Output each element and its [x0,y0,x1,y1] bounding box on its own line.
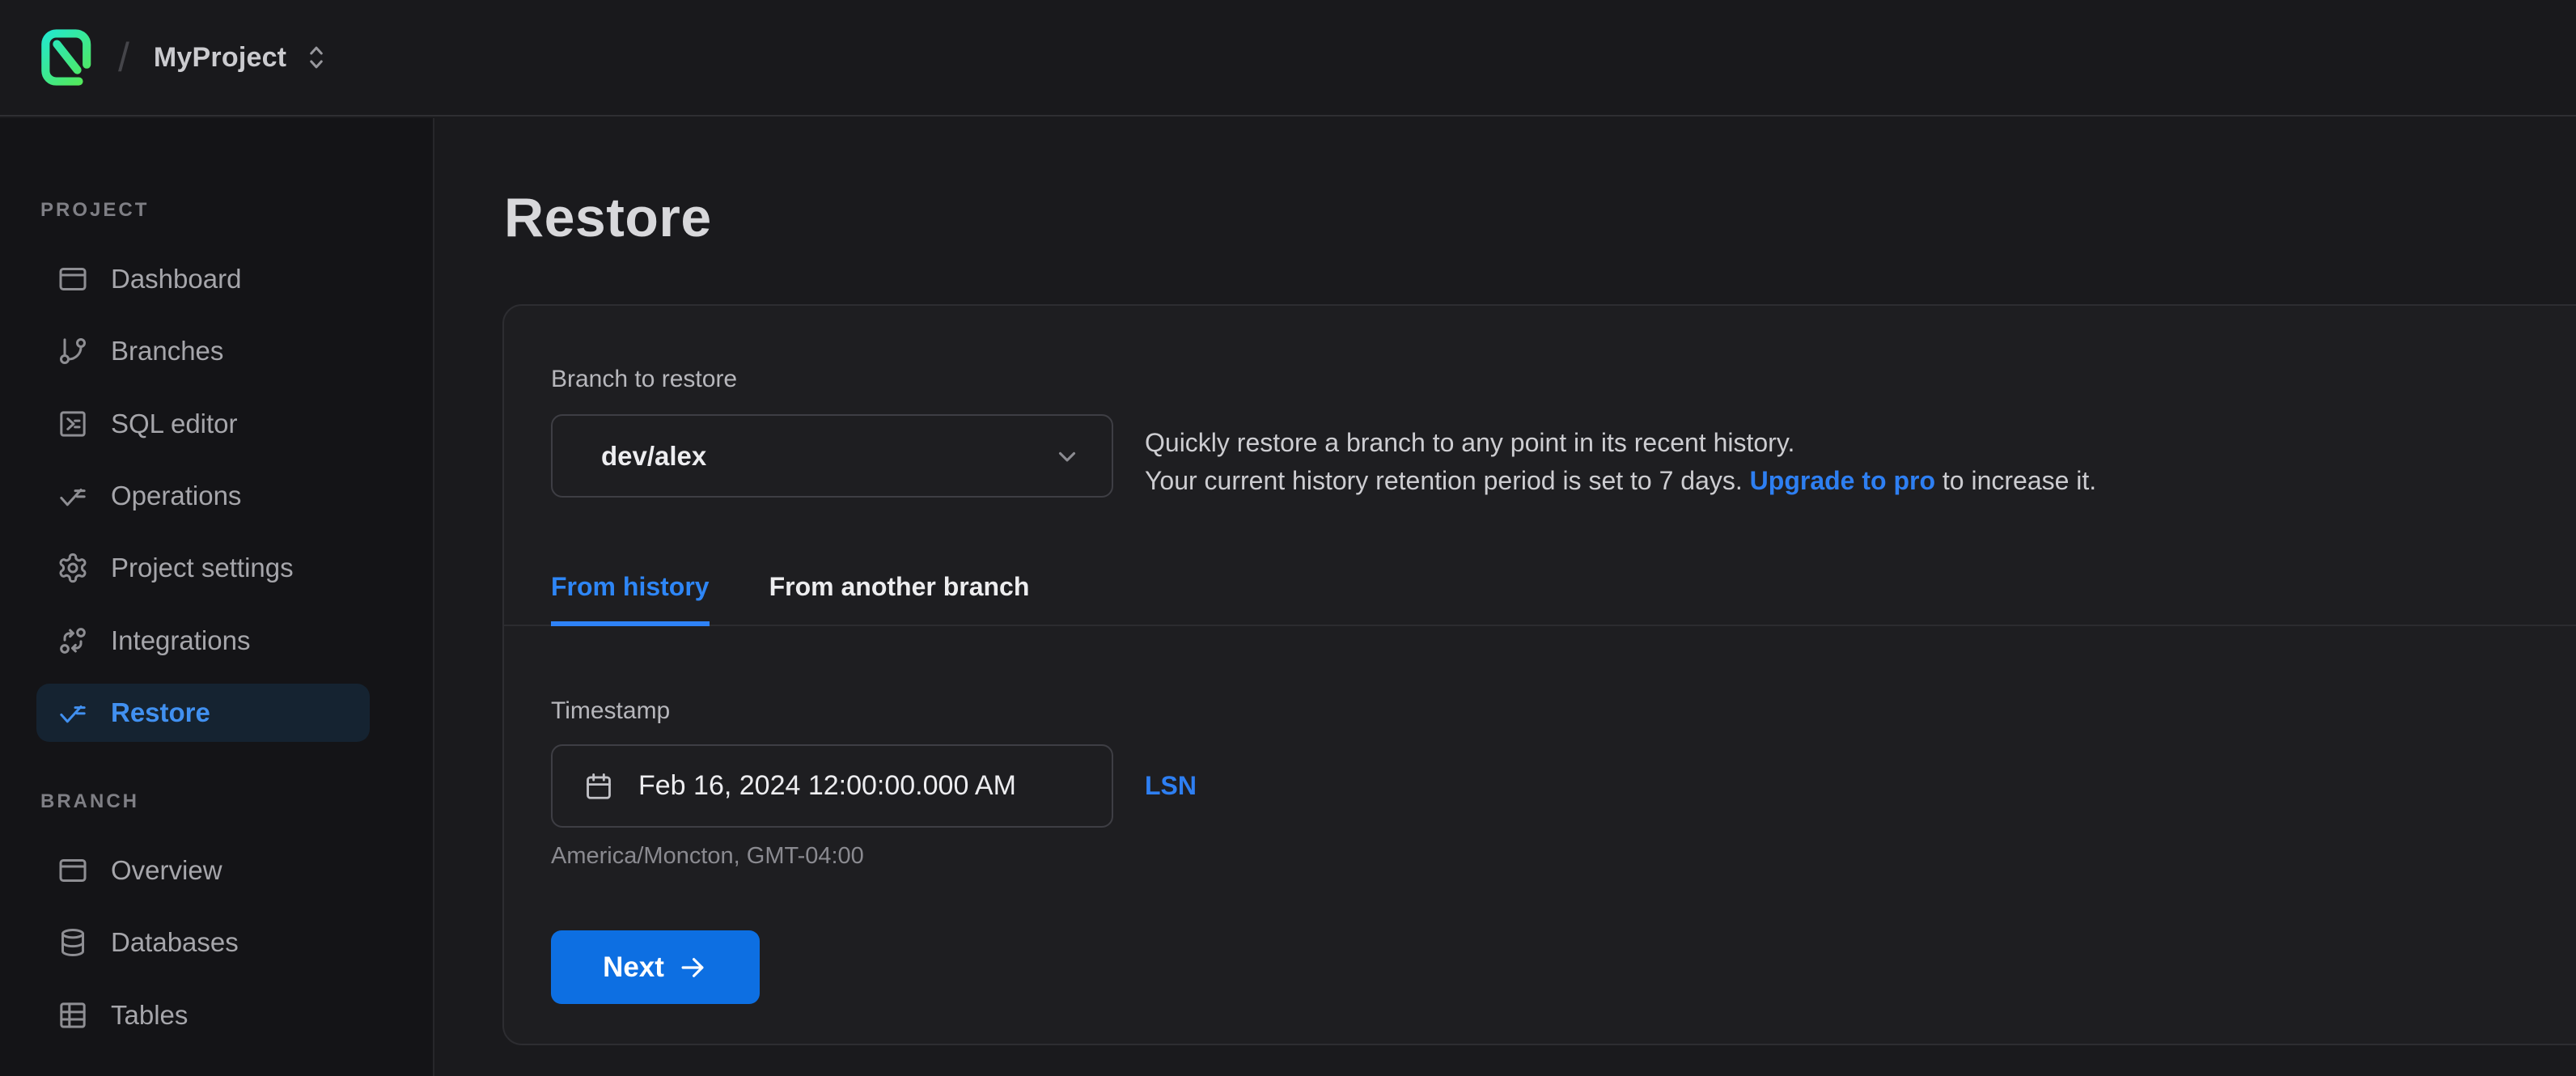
sidebar-item-label: Operations [111,481,241,511]
timestamp-label: Timestamp [551,697,670,725]
timestamp-input[interactable]: Feb 16, 2024 12:00:00.000 AM [551,744,1113,828]
description-line2-prefix: Your current history retention period is… [1145,466,1750,495]
restore-check-icon [57,697,89,729]
sidebar-item-integrations[interactable]: Integrations [36,612,370,670]
project-name: MyProject [154,42,286,74]
app-window-icon [57,854,89,887]
sidebar-item-label: Databases [111,927,239,958]
sidebar-item-label: SQL editor [111,409,238,439]
git-branch-icon [57,335,89,367]
sidebar: PROJECT Dashboard Branches SQL editor [0,118,434,1076]
tab-from-history[interactable]: From history [551,572,710,626]
sidebar-item-restore[interactable]: Restore [36,684,370,742]
sidebar-item-sql-editor[interactable]: SQL editor [36,395,370,453]
table-icon [57,999,89,1032]
sidebar-item-label: Branches [111,336,223,366]
database-icon [57,926,89,959]
lsn-link[interactable]: LSN [1145,744,1197,828]
sidebar-item-label: Integrations [111,625,250,656]
sidebar-item-databases[interactable]: Databases [36,913,370,972]
app-window-icon [57,263,89,295]
chevrons-up-down-icon [304,43,328,72]
sidebar-item-label: Tables [111,1000,188,1031]
sidebar-section-project: PROJECT [40,199,149,222]
check-list-icon [57,480,89,512]
gear-icon [57,552,89,584]
upgrade-to-pro-link[interactable]: Upgrade to pro [1750,466,1935,495]
branch-select[interactable]: dev/alex [551,414,1113,498]
restore-description: Quickly restore a branch to any point in… [1145,424,2096,500]
neon-logo[interactable] [40,28,92,87]
description-line1: Quickly restore a branch to any point in… [1145,428,1794,457]
timezone-note: America/Moncton, GMT-04:00 [551,843,864,870]
sidebar-section-branch: BRANCH [40,790,139,813]
description-line2-suffix: to increase it. [1935,466,2096,495]
restore-card: Branch to restore dev/alex Quickly resto… [502,304,2576,1045]
sidebar-item-partial[interactable] [36,1058,370,1076]
sidebar-item-label: Restore [111,697,210,728]
sidebar-item-operations[interactable]: Operations [36,467,370,525]
next-button[interactable]: Next [551,930,760,1004]
users-icon [57,1071,89,1076]
sql-terminal-icon [57,408,89,440]
sidebar-item-dashboard[interactable]: Dashboard [36,250,370,308]
project-switcher[interactable]: MyProject [154,42,328,74]
sidebar-item-label: Dashboard [111,264,241,294]
sidebar-item-label: Project settings [111,553,294,583]
sidebar-item-overview[interactable]: Overview [36,841,370,900]
branch-select-value: dev/alex [601,441,1053,472]
main-content: Restore Branch to restore dev/alex Quick… [436,118,2576,1076]
tab-list: From history From another branch [504,555,2576,626]
timestamp-value: Feb 16, 2024 12:00:00.000 AM [638,770,1016,802]
top-bar: / MyProject [0,0,2576,116]
tab-from-another-branch[interactable]: From another branch [769,572,1030,626]
sidebar-item-tables[interactable]: Tables [36,986,370,1044]
sidebar-item-branches[interactable]: Branches [36,322,370,380]
next-button-label: Next [603,951,664,984]
arrow-right-icon [677,952,708,983]
neon-logo-icon [41,29,91,86]
branch-select-label: Branch to restore [551,366,737,393]
page-title: Restore [504,186,712,249]
sidebar-item-label: Overview [111,855,222,886]
breadcrumb-separator: / [118,34,129,81]
sidebar-item-project-settings[interactable]: Project settings [36,539,370,597]
neon-console-page: { "topbar": { "project_name": "MyProject… [0,0,2576,1076]
git-compare-icon [57,625,89,657]
calendar-icon [583,771,614,802]
chevron-down-icon [1053,443,1081,470]
